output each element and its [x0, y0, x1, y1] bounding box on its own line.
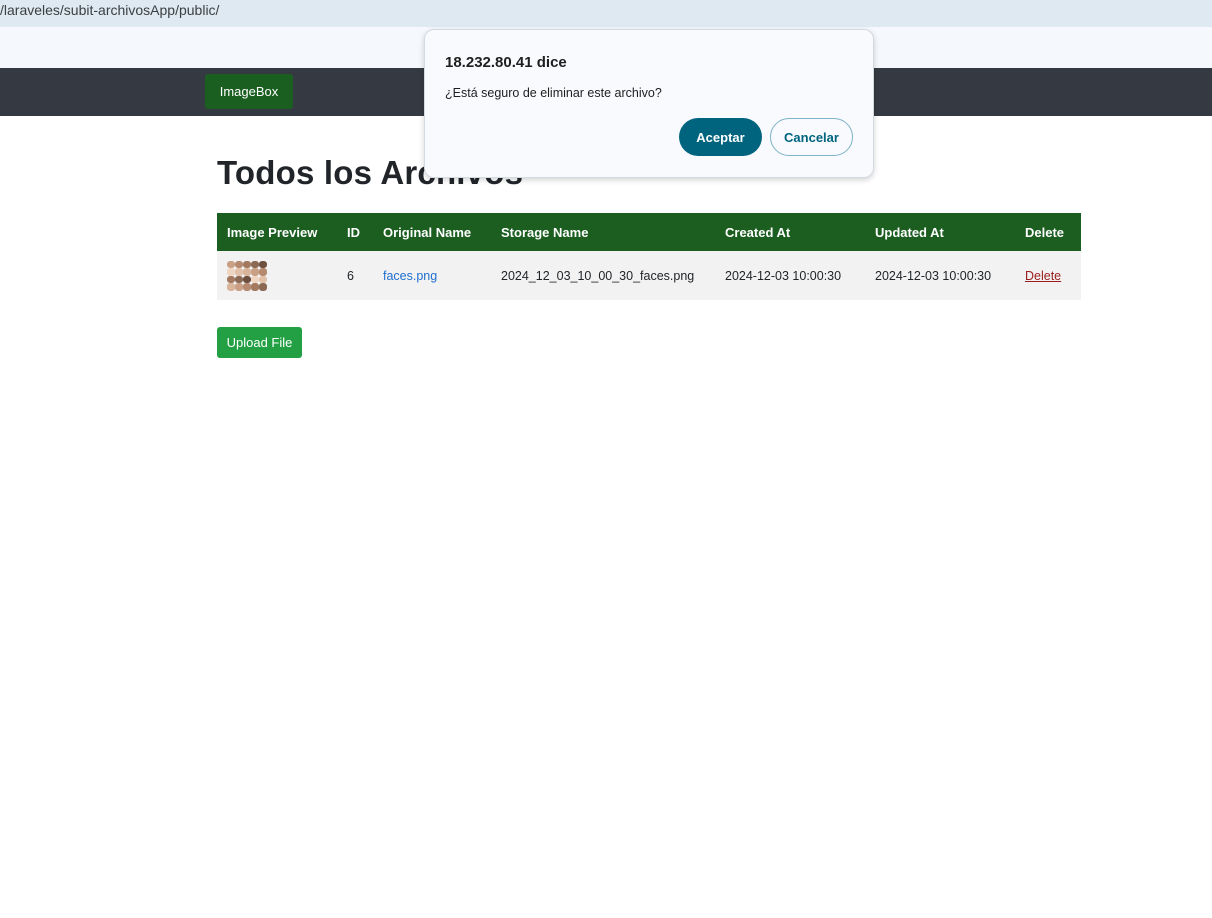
thumbnail-face-tile	[251, 283, 259, 291]
cell-delete: Delete	[1015, 251, 1081, 300]
confirm-dialog: 18.232.80.41 dice ¿Está seguro de elimin…	[424, 29, 874, 178]
thumbnail-face-tile	[235, 260, 243, 268]
thumbnail-face-tile	[235, 283, 243, 291]
cell-updated-at: 2024-12-03 10:00:30	[865, 251, 1015, 300]
header-image-preview: Image Preview	[217, 213, 337, 251]
header-delete: Delete	[1015, 213, 1081, 251]
thumbnail-face-tile	[243, 268, 251, 276]
thumbnail-face-tile	[259, 268, 267, 276]
header-id: ID	[337, 213, 373, 251]
thumbnail-face-tile	[251, 275, 259, 283]
thumbnail-face-tile	[251, 260, 259, 268]
table-header-row: Image Preview ID Original Name Storage N…	[217, 213, 1081, 251]
thumbnail-face-tile	[243, 283, 251, 291]
thumbnail-face-tile	[259, 283, 267, 291]
thumbnail-face-tile	[243, 260, 251, 268]
thumbnail-face-tile	[235, 268, 243, 276]
header-storage-name: Storage Name	[491, 213, 715, 251]
thumbnail-face-tile	[259, 275, 267, 283]
cell-image-preview	[217, 251, 337, 300]
original-name-link[interactable]: faces.png	[383, 269, 437, 283]
accept-button[interactable]: Aceptar	[679, 118, 762, 156]
delete-link[interactable]: Delete	[1025, 269, 1061, 283]
thumbnail-face-tile	[243, 275, 251, 283]
dialog-message: ¿Está seguro de eliminar este archivo?	[445, 86, 662, 100]
thumbnail-face-tile	[235, 275, 243, 283]
browser-address-bar[interactable]: /laraveles/subit-archivosApp/public/	[0, 0, 1212, 27]
upload-file-button[interactable]: Upload File	[217, 327, 302, 358]
cell-storage-name: 2024_12_03_10_00_30_faces.png	[491, 251, 715, 300]
image-thumbnail	[227, 260, 267, 291]
thumbnail-face-tile	[227, 260, 235, 268]
header-created-at: Created At	[715, 213, 865, 251]
thumbnail-face-tile	[251, 268, 259, 276]
url-text[interactable]: /laraveles/subit-archivosApp/public/	[0, 2, 219, 18]
thumbnail-face-tile	[227, 275, 235, 283]
table-row: 6 faces.png 2024_12_03_10_00_30_faces.pn…	[217, 251, 1081, 300]
files-table: Image Preview ID Original Name Storage N…	[217, 213, 1081, 300]
cell-created-at: 2024-12-03 10:00:30	[715, 251, 865, 300]
thumbnail-face-tile	[227, 283, 235, 291]
cell-original-name: faces.png	[373, 251, 491, 300]
thumbnail-face-tile	[227, 268, 235, 276]
cell-id: 6	[337, 251, 373, 300]
dialog-origin: 18.232.80.41 dice	[445, 54, 567, 71]
header-updated-at: Updated At	[865, 213, 1015, 251]
thumbnail-face-tile	[259, 260, 267, 268]
brand-button[interactable]: ImageBox	[205, 74, 293, 109]
cancel-button[interactable]: Cancelar	[770, 118, 853, 156]
header-original-name: Original Name	[373, 213, 491, 251]
